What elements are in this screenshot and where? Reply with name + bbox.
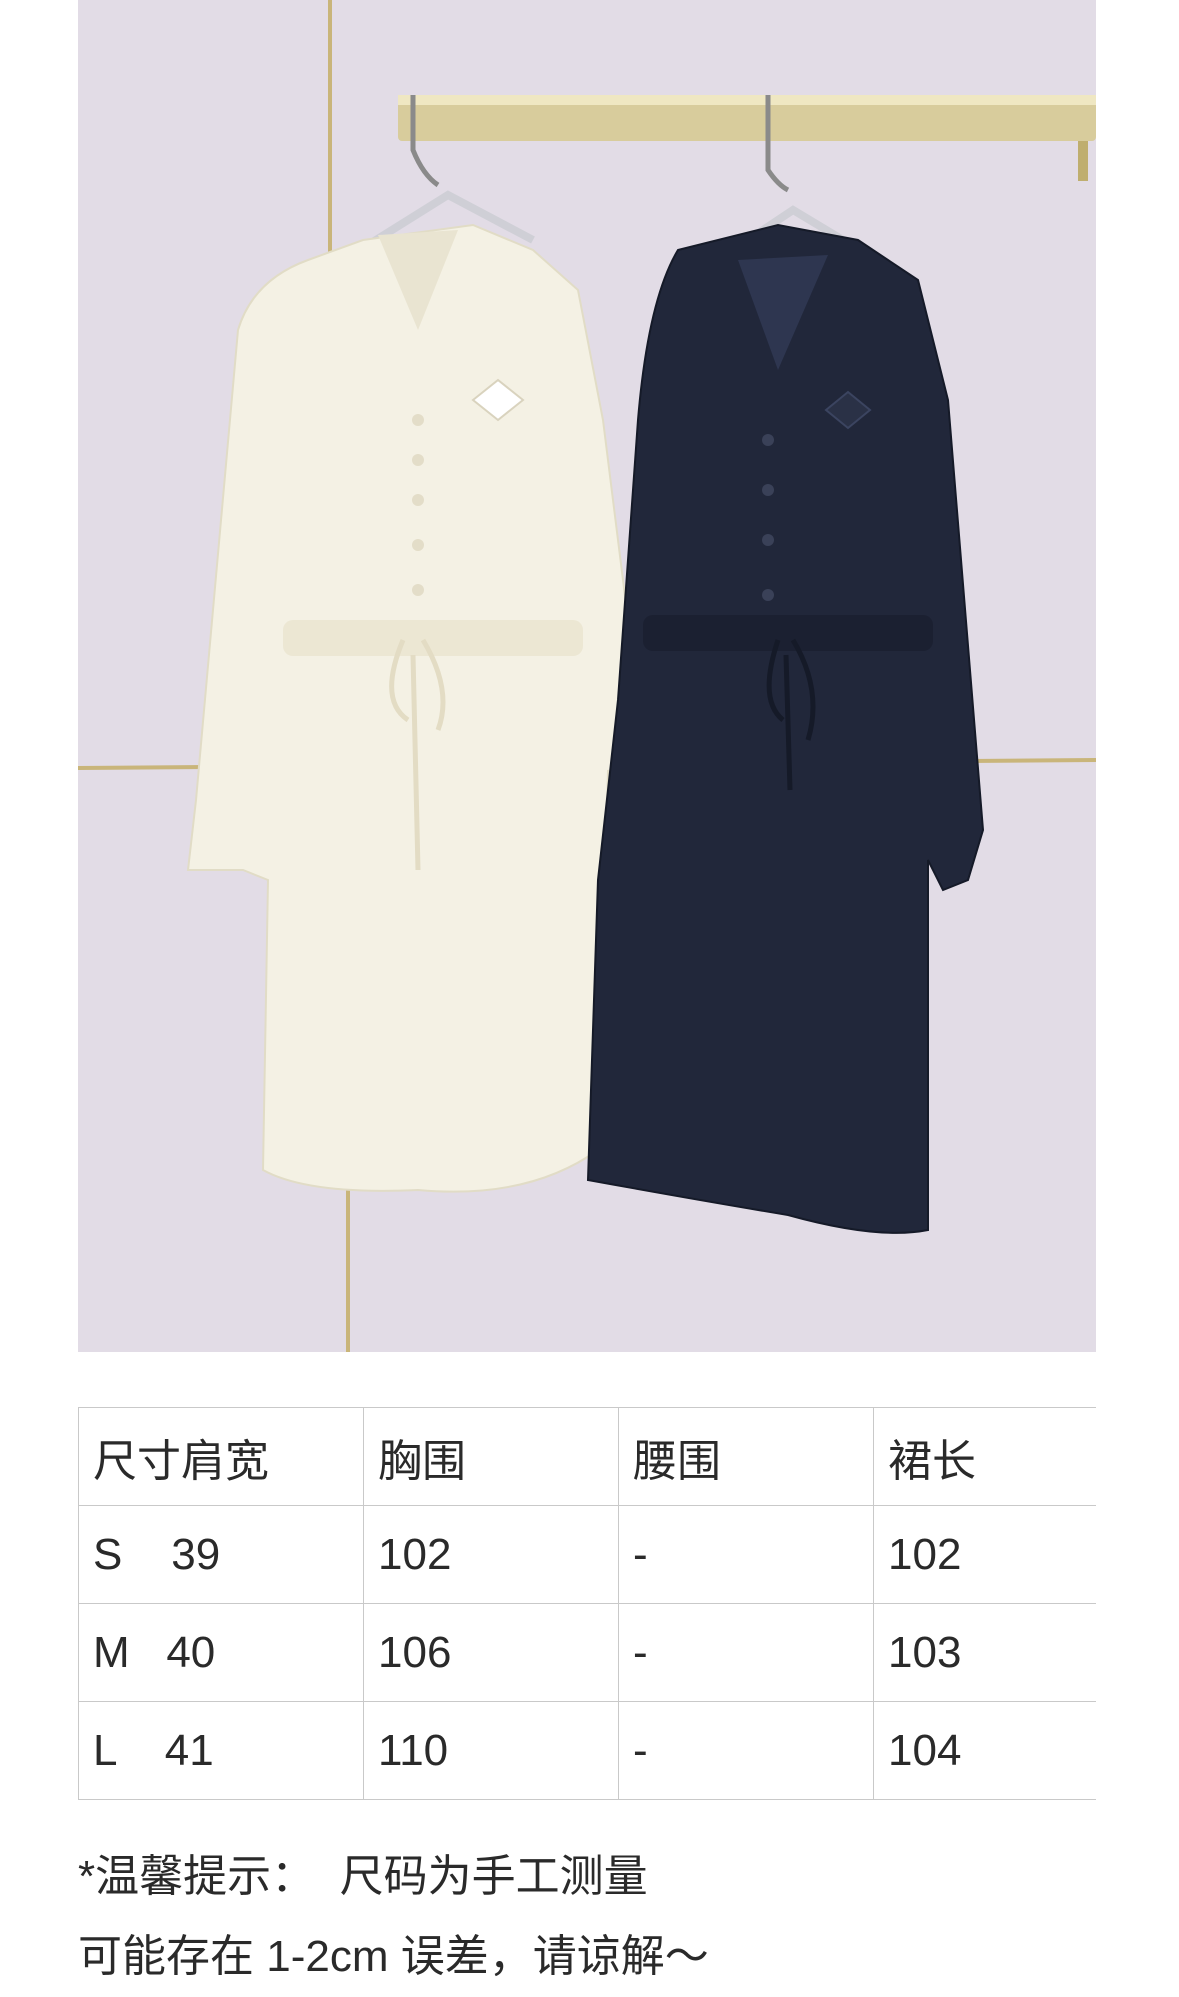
cell-chest: 110 [363, 1701, 619, 1800]
header-chest: 胸围 [363, 1407, 619, 1506]
cell-waist: - [618, 1701, 874, 1800]
table-row: S 39 102 - 102 [78, 1505, 1096, 1604]
cell-length: 104 [873, 1701, 1096, 1800]
table-row: L 41 110 - 104 [78, 1701, 1096, 1800]
measurement-note-line2: 可能存在 1-2cm 误差，请谅解～ [78, 1932, 709, 1981]
dresses-illustration [78, 0, 1096, 1352]
product-photo [78, 0, 1096, 1352]
cell-length: 102 [873, 1505, 1096, 1604]
cell-size: S 39 [78, 1505, 364, 1604]
size-table: 尺寸肩宽 胸围 腰围 裙长 S 39 102 - 102 M 40 106 - … [78, 1407, 1096, 1800]
header-size-shoulder: 尺寸肩宽 [78, 1407, 364, 1506]
cell-length: 103 [873, 1603, 1096, 1702]
cell-waist: - [618, 1505, 874, 1604]
cell-chest: 106 [363, 1603, 619, 1702]
cell-chest: 102 [363, 1505, 619, 1604]
measurement-note-line1: *温馨提示： 尺码为手工测量 [78, 1852, 648, 1901]
table-header-row: 尺寸肩宽 胸围 腰围 裙长 [78, 1407, 1096, 1506]
cell-size: M 40 [78, 1603, 364, 1702]
table-row: M 40 106 - 103 [78, 1603, 1096, 1702]
cell-size: L 41 [78, 1701, 364, 1800]
header-waist: 腰围 [618, 1407, 874, 1506]
header-length: 裙长 [873, 1407, 1096, 1506]
cell-waist: - [618, 1603, 874, 1702]
